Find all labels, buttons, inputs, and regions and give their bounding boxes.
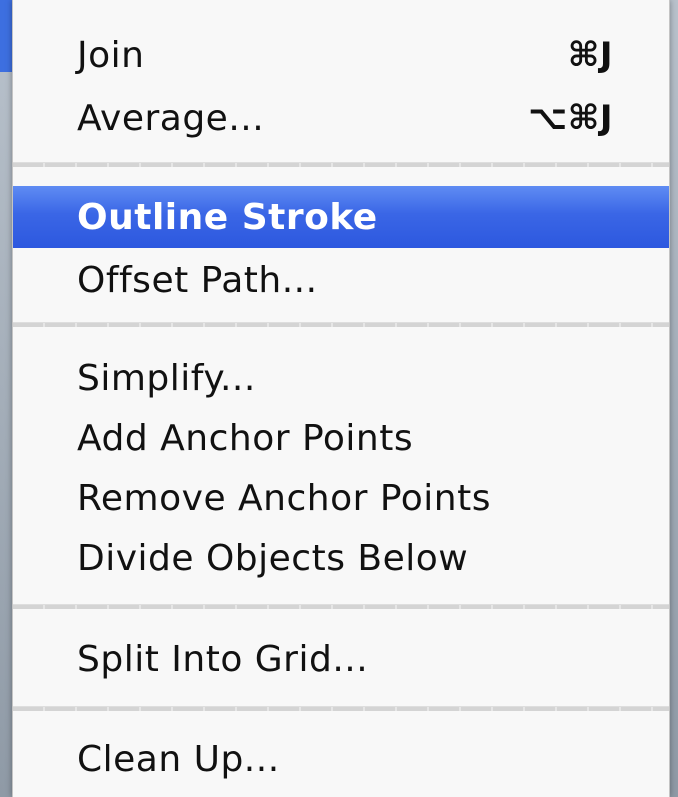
path-submenu: Join ⌘J Average... ⌥⌘J Outline Stroke Of… xyxy=(12,0,670,797)
menu-item-simplify[interactable]: Simplify... xyxy=(13,347,669,409)
menu-item-remove-anchor-points[interactable]: Remove Anchor Points xyxy=(13,467,669,529)
menu-item-label: Clean Up... xyxy=(77,738,280,780)
menu-item-clean-up[interactable]: Clean Up... xyxy=(13,728,669,790)
menu-separator xyxy=(13,162,669,167)
menu-item-label: Simplify... xyxy=(77,357,256,399)
menu-item-split-into-grid[interactable]: Split Into Grid... xyxy=(13,628,669,690)
menu-item-label: Average... xyxy=(77,97,265,139)
menu-item-offset-path[interactable]: Offset Path... xyxy=(13,249,669,311)
menu-item-add-anchor-points[interactable]: Add Anchor Points xyxy=(13,407,669,469)
menu-item-label: Divide Objects Below xyxy=(77,537,469,579)
menu-item-label: Split Into Grid... xyxy=(77,638,369,680)
menu-item-average[interactable]: Average... ⌥⌘J xyxy=(13,87,669,149)
menu-item-label: Offset Path... xyxy=(77,259,318,301)
menu-item-outline-stroke[interactable]: Outline Stroke xyxy=(13,186,669,248)
menu-item-label: Outline Stroke xyxy=(77,196,378,238)
menu-separator xyxy=(13,706,669,711)
menu-item-join[interactable]: Join ⌘J xyxy=(13,24,669,86)
menu-item-label: Add Anchor Points xyxy=(77,417,414,459)
menu-item-divide-objects-below[interactable]: Divide Objects Below xyxy=(13,527,669,589)
shortcut-label: ⌘J xyxy=(567,35,613,75)
menu-item-label: Join xyxy=(77,34,145,76)
shortcut-label: ⌥⌘J xyxy=(528,98,613,138)
menu-separator xyxy=(13,322,669,327)
menu-separator xyxy=(13,604,669,609)
menu-item-label: Remove Anchor Points xyxy=(77,477,491,519)
